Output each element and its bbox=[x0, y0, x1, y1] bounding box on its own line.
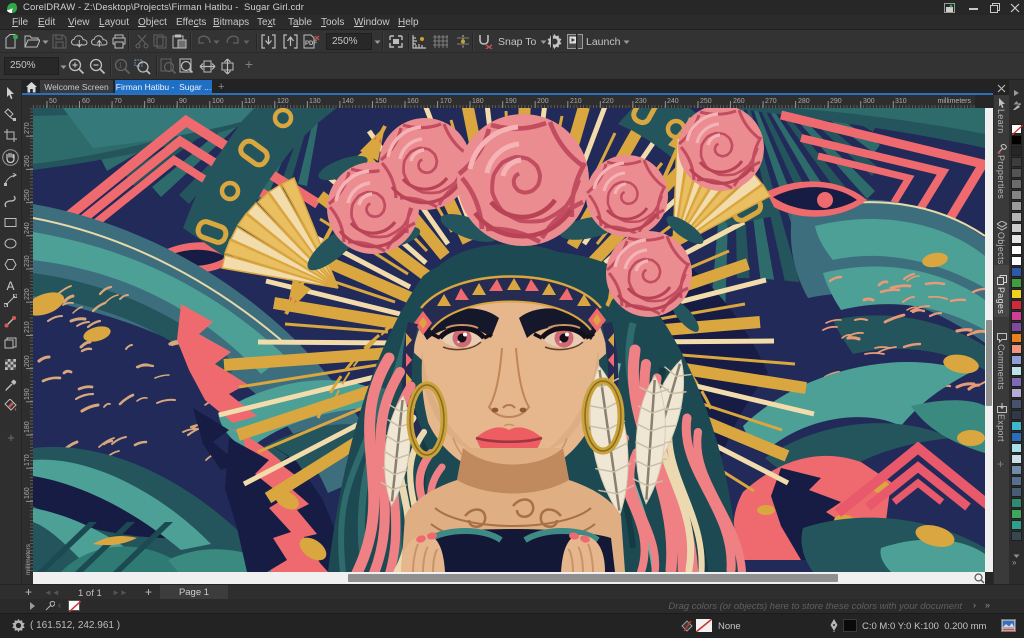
svg-text:50: 50 bbox=[49, 98, 57, 105]
svg-text:160: 160 bbox=[24, 487, 31, 499]
svg-text:300: 300 bbox=[863, 98, 875, 105]
svg-text:80: 80 bbox=[147, 98, 155, 105]
svg-text:150: 150 bbox=[375, 98, 387, 105]
svg-text:270: 270 bbox=[765, 98, 777, 105]
svg-text:250: 250 bbox=[700, 98, 712, 105]
svg-text:240: 240 bbox=[24, 222, 31, 234]
svg-text:200: 200 bbox=[24, 355, 31, 367]
svg-text:260: 260 bbox=[24, 155, 31, 167]
svg-text:310: 310 bbox=[895, 98, 907, 105]
svg-text:170: 170 bbox=[440, 98, 452, 105]
svg-text:180: 180 bbox=[472, 98, 484, 105]
svg-text:220: 220 bbox=[24, 288, 31, 300]
svg-text:170: 170 bbox=[24, 454, 31, 466]
svg-text:PDF: PDF bbox=[305, 41, 317, 47]
svg-text:100: 100 bbox=[212, 98, 224, 105]
svg-text:290: 290 bbox=[830, 98, 842, 105]
svg-text:70: 70 bbox=[114, 98, 122, 105]
svg-text:190: 190 bbox=[505, 98, 517, 105]
svg-text:250: 250 bbox=[24, 189, 31, 201]
svg-text:110: 110 bbox=[244, 98, 255, 105]
svg-text:90: 90 bbox=[179, 98, 187, 105]
svg-text:230: 230 bbox=[635, 98, 647, 105]
svg-text:120: 120 bbox=[277, 98, 289, 105]
svg-text:230: 230 bbox=[24, 255, 31, 267]
svg-text:160: 160 bbox=[407, 98, 419, 105]
svg-text:270: 270 bbox=[24, 122, 31, 134]
svg-text:200: 200 bbox=[537, 98, 549, 105]
svg-text:130: 130 bbox=[309, 98, 321, 105]
svg-text:1: 1 bbox=[119, 63, 123, 70]
svg-text:260: 260 bbox=[733, 98, 745, 105]
svg-text:140: 140 bbox=[342, 98, 354, 105]
svg-text:240: 240 bbox=[667, 98, 679, 105]
svg-text:60: 60 bbox=[82, 98, 90, 105]
svg-text:millimeters: millimeters bbox=[938, 98, 972, 105]
svg-text:millimeters: millimeters bbox=[25, 543, 32, 575]
svg-text:280: 280 bbox=[798, 98, 810, 105]
svg-text:220: 220 bbox=[602, 98, 614, 105]
svg-text:210: 210 bbox=[24, 321, 31, 333]
svg-text:190: 190 bbox=[24, 388, 31, 400]
svg-text:180: 180 bbox=[24, 421, 31, 433]
svg-text:210: 210 bbox=[570, 98, 582, 105]
